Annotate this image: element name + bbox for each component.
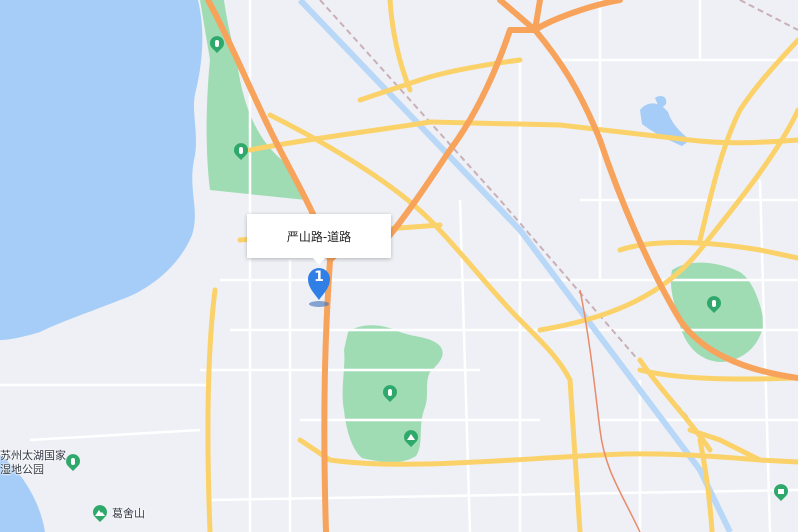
location-callout[interactable]: 严山路-道路	[247, 214, 391, 258]
park-pin-icon[interactable]	[773, 484, 789, 502]
location-marker[interactable]: 1	[305, 266, 333, 308]
marker-number: 1	[314, 269, 324, 285]
park-pin-icon[interactable]	[233, 143, 249, 161]
callout-text: 严山路-道路	[286, 229, 352, 244]
callout-pointer	[313, 258, 325, 265]
amusement-pin-icon[interactable]	[403, 430, 419, 448]
park-pin-icon[interactable]	[65, 454, 81, 472]
park-pin-icon[interactable]	[706, 296, 722, 314]
map-canvas[interactable]: 苏州太湖国家 湿地公园 葛舍山 严山路-道路 1	[0, 0, 798, 532]
poi-label-wetland-park[interactable]: 苏州太湖国家 湿地公园	[0, 449, 66, 477]
poi-label-geshe-mountain[interactable]: 葛舍山	[112, 507, 145, 521]
park-pin-icon[interactable]	[209, 36, 225, 54]
railway-2	[739, 0, 798, 31]
lake-water	[0, 0, 203, 340]
mountain-pin-icon[interactable]	[92, 505, 108, 523]
park-pin-icon[interactable]	[382, 385, 398, 403]
map-base-layer	[0, 0, 798, 532]
